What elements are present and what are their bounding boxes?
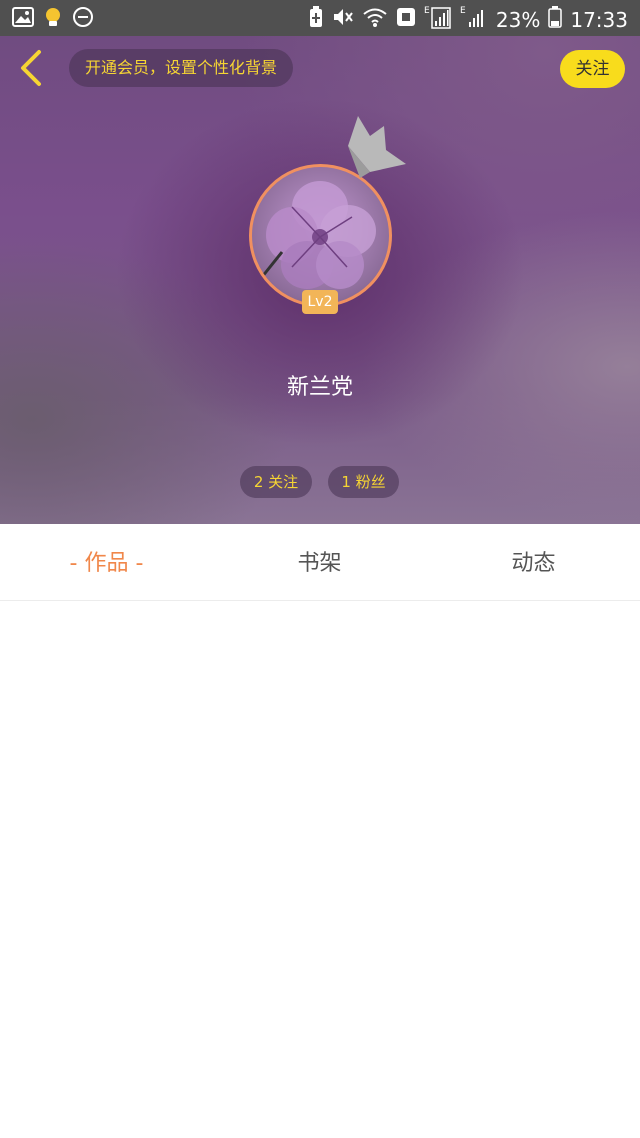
battery-icon [548, 6, 563, 33]
profile-tabs: - 作品 - 书架 动态 [0, 524, 640, 601]
tab-bookshelf-label: 书架 [297, 551, 342, 576]
fans-count[interactable]: 1 粉丝 [328, 466, 399, 498]
tab-activity[interactable]: 动态 [467, 524, 600, 601]
battery-saver-icon [308, 6, 324, 33]
clock: 17:33 [570, 7, 628, 32]
status-left [12, 6, 94, 32]
avatar[interactable] [249, 164, 392, 307]
e-network-icon: E [424, 4, 452, 35]
follow-button[interactable]: 关注 [560, 50, 625, 88]
status-right: E E 23% 17:33 [308, 4, 628, 35]
mute-icon [332, 6, 354, 33]
crown-icon [340, 116, 410, 182]
svg-text:E: E [460, 6, 466, 16]
nfc-icon [396, 7, 416, 32]
status-bar: E E 23% 17:33 [0, 0, 640, 36]
tab-works[interactable]: - 作品 - [40, 524, 173, 601]
tab-bookshelf[interactable]: 书架 [253, 524, 386, 601]
back-button[interactable] [10, 48, 50, 92]
chevron-left-icon [17, 49, 43, 91]
tab-active-dash-right: - [128, 551, 144, 576]
username: 新兰党 [286, 375, 353, 400]
tab-active-dash-left: - [69, 551, 85, 576]
lightbulb-icon [44, 6, 62, 32]
level-badge: Lv2 [302, 290, 338, 314]
signal-icon: E [460, 4, 488, 35]
image-icon [12, 7, 34, 31]
svg-text:E: E [424, 6, 430, 16]
do-not-disturb-icon [72, 6, 94, 32]
tab-activity-label: 动态 [511, 551, 556, 576]
vip-background-prompt[interactable]: 开通会员，设置个性化背景 [69, 49, 294, 87]
wifi-icon [362, 6, 388, 33]
tab-content-area [0, 602, 640, 1138]
following-count[interactable]: 2 关注 [240, 466, 312, 498]
flower-image [260, 181, 376, 289]
tab-works-label: 作品 [84, 551, 129, 576]
battery-percent: 23% [495, 7, 541, 32]
